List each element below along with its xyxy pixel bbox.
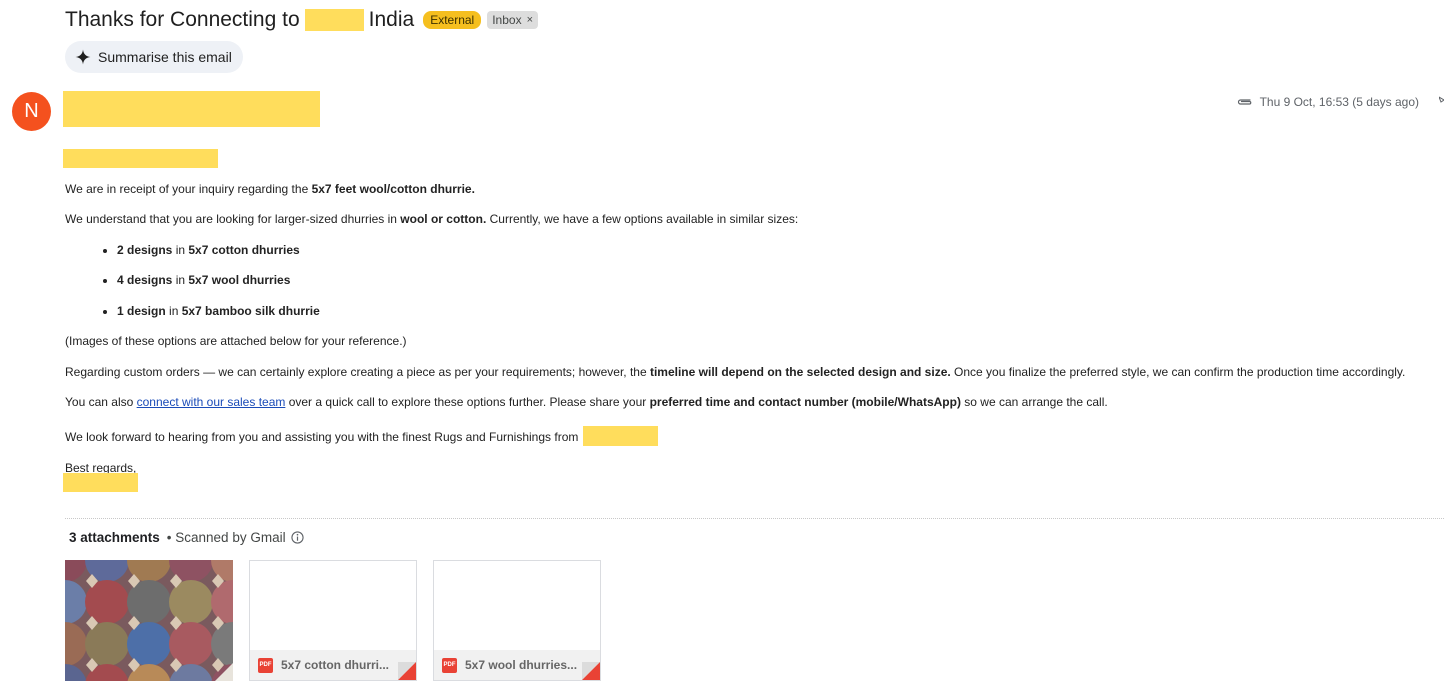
body-text: We look forward to hearing from you and … (65, 429, 582, 444)
info-icon[interactable] (290, 531, 304, 544)
body-text: Once you finalize the preferred style, w… (950, 364, 1406, 379)
list-item: 2 designs in 5x7 cotton dhurries (65, 243, 1440, 258)
pdf-attachment[interactable]: PDF 5x7 cotton dhurri... (249, 560, 417, 681)
body-text: in (172, 242, 189, 257)
corner-fold-icon (582, 662, 600, 680)
body-text: so we can arrange the call. (960, 395, 1108, 409)
star-icon[interactable] (1439, 96, 1444, 106)
subject-text-end: India (368, 8, 415, 31)
attachment-name-bar: PDF 5x7 wool dhurries... (434, 650, 600, 680)
sender-avatar[interactable]: N (12, 92, 51, 131)
pdf-icon: PDF (258, 657, 273, 673)
body-bold: 5x7 feet wool/cotton dhurrie. (311, 182, 475, 196)
attachment-name-bar: PDF 5x7 cotton dhurri... (250, 650, 416, 680)
body-bold: wool or cotton. (400, 212, 487, 226)
pdf-icon: PDF (442, 657, 457, 673)
subject-text-start: Thanks for Connecting to (65, 8, 300, 31)
body-paragraph: Regarding custom orders — we can certain… (65, 365, 1440, 380)
external-label: External (423, 11, 482, 29)
attachments-count: 3 attachments (69, 530, 160, 545)
corner-fold-icon (398, 662, 416, 680)
attachments-divider (65, 518, 1444, 519)
body-paragraph: You can also connect with our sales team… (65, 395, 1440, 410)
body-text: in (165, 303, 182, 318)
redacted-greeting (63, 149, 218, 168)
redacted-company (582, 425, 658, 446)
sign-off: Best regards, (65, 461, 137, 475)
paperclip-icon (1237, 99, 1251, 105)
inbox-label[interactable]: Inbox × (487, 11, 539, 29)
redacted-signature (63, 473, 138, 492)
sparkle-icon (75, 49, 91, 65)
rug-pattern-image (65, 560, 233, 681)
body-paragraph: We understand that you are looking for l… (65, 212, 1440, 227)
body-bold: preferred time and contact number (mobil… (649, 395, 961, 409)
body-paragraph: We are in receipt of your inquiry regard… (65, 182, 1440, 197)
body-paragraph: (Images of these options are attached be… (65, 334, 407, 348)
body-text: Currently, we have a few options availab… (486, 212, 799, 226)
body-text: over a quick call to explore these optio… (285, 395, 650, 409)
list-item: 4 designs in 5x7 wool dhurries (65, 273, 1440, 288)
body-text: We are in receipt of your inquiry regard… (65, 182, 312, 196)
design-count: 1 design (117, 303, 166, 318)
inbox-label-text: Inbox (492, 13, 522, 27)
summarise-label: Summarise this email (98, 49, 232, 65)
image-attachment[interactable] (65, 560, 233, 681)
design-count: 2 designs (117, 242, 173, 257)
design-item: 5x7 bamboo silk dhurrie (181, 303, 320, 318)
remove-label-icon[interactable]: × (527, 14, 533, 26)
pdf-attachment[interactable]: PDF 5x7 wool dhurries... (433, 560, 601, 681)
body-paragraph: We look forward to hearing from you and … (65, 425, 1440, 446)
summarise-email-button[interactable]: Summarise this email (65, 41, 243, 73)
body-text: We understand that you are looking for l… (65, 212, 401, 226)
scanned-by-gmail: • Scanned by Gmail (166, 530, 286, 545)
redacted-block (304, 9, 364, 31)
design-count: 4 designs (117, 273, 173, 287)
design-item: 5x7 cotton dhurries (188, 242, 300, 257)
email-subject: Thanks for Connecting to India External … (65, 6, 539, 34)
design-item: 5x7 wool dhurries (188, 273, 291, 287)
body-text: in (172, 273, 189, 287)
attachment-name: 5x7 wool dhurries... (465, 658, 578, 672)
attachment-name: 5x7 cotton dhurri... (281, 658, 390, 672)
body-text: Regarding custom orders — we can certain… (65, 364, 650, 379)
body-text: You can also (65, 395, 137, 409)
sales-team-link[interactable]: connect with our sales team (137, 395, 286, 409)
options-list: 2 designs in 5x7 cotton dhurries 4 desig… (65, 243, 1440, 319)
attachments-header: 3 attachments • Scanned by Gmail (69, 530, 304, 545)
email-date: Thu 9 Oct, 16:53 (5 days ago) (1259, 95, 1419, 109)
email-body: We are in receipt of your inquiry regard… (65, 182, 1440, 476)
body-bold: timeline will depend on the selected des… (649, 364, 951, 379)
email-date-row: Thu 9 Oct, 16:53 (5 days ago) (1236, 95, 1419, 109)
list-item: 1 design in 5x7 bamboo silk dhurrie (65, 304, 1440, 319)
redacted-sender (63, 91, 320, 127)
